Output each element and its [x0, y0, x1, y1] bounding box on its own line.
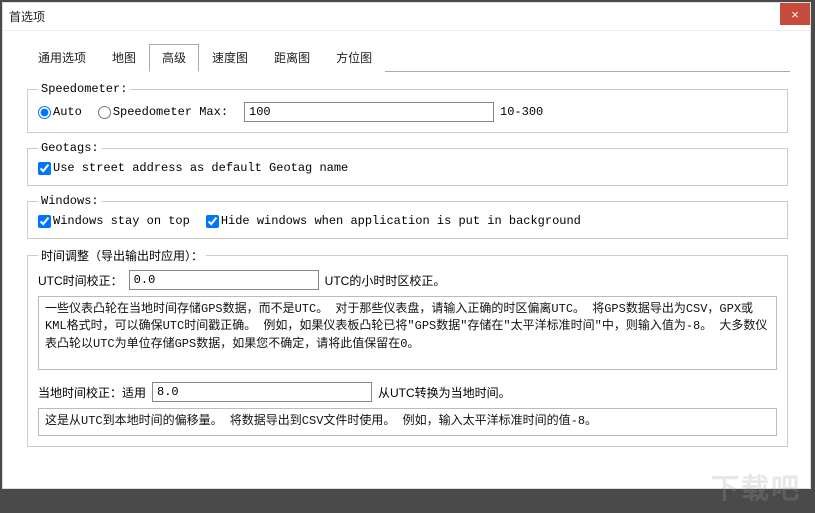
window-title: 首选项 — [9, 8, 45, 25]
geotag-street-checkbox[interactable] — [38, 162, 51, 175]
local-correction-hint: 从UTC转换为当地时间。 — [378, 384, 511, 401]
time-adjust-legend: 时间调整（导出输出时应用）： — [38, 247, 206, 264]
stay-on-top-option[interactable]: Windows stay on top — [38, 214, 190, 228]
speedometer-max-input[interactable] — [244, 102, 494, 122]
tab-advanced[interactable]: 高级 — [149, 44, 199, 72]
geotag-street-option[interactable]: Use street address as default Geotag nam… — [38, 161, 348, 175]
utc-correction-input[interactable] — [129, 270, 319, 290]
speedometer-max-radio[interactable] — [98, 106, 111, 119]
speedometer-auto-radio[interactable] — [38, 106, 51, 119]
preferences-window: 首选项 × 通用选项 地图 高级 速度图 距离图 方位图 Speedometer… — [2, 2, 811, 489]
speedometer-max-label: Speedometer Max: — [113, 105, 228, 119]
local-help-text: 这是从UTC到本地时间的偏移量。 将数据导出到CSV文件时使用。 例如，输入太平… — [38, 408, 777, 436]
tabs: 通用选项 地图 高级 速度图 距离图 方位图 — [3, 31, 810, 71]
windows-group: Windows: Windows stay on top Hide window… — [27, 194, 788, 239]
speedometer-group: Speedometer: Auto Speedometer Max: 10-30… — [27, 82, 788, 133]
local-correction-input[interactable] — [152, 382, 372, 402]
utc-correction-hint: UTC的小时时区校正。 — [325, 272, 446, 289]
local-correction-label: 当地时间校正：适用 — [38, 384, 146, 401]
tab-content-advanced: Speedometer: Auto Speedometer Max: 10-30… — [25, 71, 790, 474]
tab-map[interactable]: 地图 — [99, 44, 149, 72]
geotag-street-label: Use street address as default Geotag nam… — [53, 161, 348, 175]
speedometer-range-hint: 10-300 — [500, 105, 543, 119]
hide-bg-option[interactable]: Hide windows when application is put in … — [206, 214, 581, 228]
titlebar: 首选项 × — [3, 3, 810, 31]
tab-distance-chart[interactable]: 距离图 — [261, 44, 323, 72]
utc-help-text: 一些仪表凸轮在当地时间存储GPS数据，而不是UTC。 对于那些仪表盘，请输入正确… — [38, 296, 777, 370]
hide-bg-label: Hide windows when application is put in … — [221, 214, 581, 228]
tab-general[interactable]: 通用选项 — [25, 44, 99, 72]
stay-on-top-checkbox[interactable] — [38, 215, 51, 228]
speedometer-auto-label: Auto — [53, 105, 82, 119]
tab-speed-chart[interactable]: 速度图 — [199, 44, 261, 72]
hide-bg-checkbox[interactable] — [206, 215, 219, 228]
geotags-legend: Geotags: — [38, 141, 102, 155]
windows-legend: Windows: — [38, 194, 102, 208]
speedometer-max-option[interactable]: Speedometer Max: — [98, 105, 228, 119]
geotags-group: Geotags: Use street address as default G… — [27, 141, 788, 186]
close-icon: × — [791, 7, 799, 22]
tab-heading-chart[interactable]: 方位图 — [323, 44, 385, 72]
time-adjust-group: 时间调整（导出输出时应用）： UTC时间校正： UTC的小时时区校正。 一些仪表… — [27, 247, 788, 447]
stay-on-top-label: Windows stay on top — [53, 214, 190, 228]
close-button[interactable]: × — [780, 3, 810, 25]
speedometer-legend: Speedometer: — [38, 82, 130, 96]
speedometer-auto-option[interactable]: Auto — [38, 105, 82, 119]
utc-correction-label: UTC时间校正： — [38, 272, 123, 289]
